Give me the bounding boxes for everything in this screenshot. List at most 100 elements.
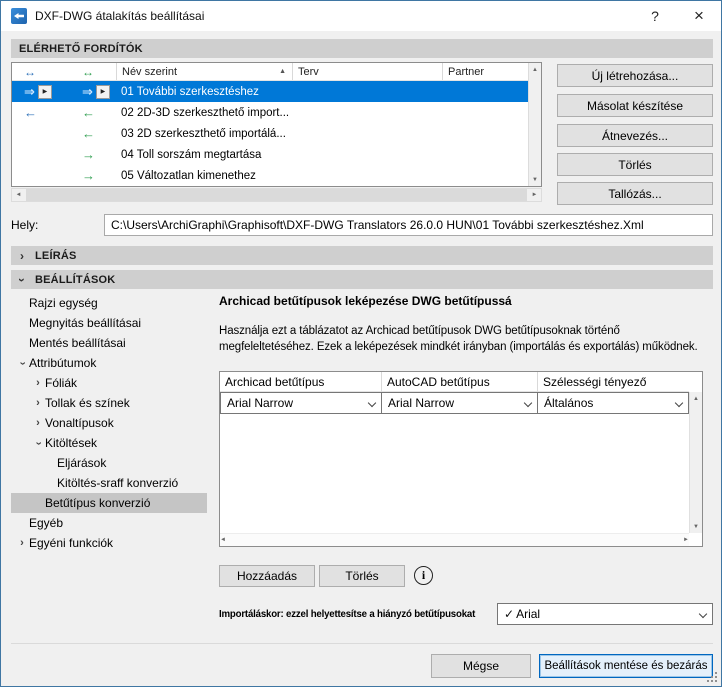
tree-item-foliak[interactable]: › Fóliák bbox=[11, 373, 207, 393]
plan-cell bbox=[292, 144, 442, 165]
chevron-right-icon[interactable]: › bbox=[31, 397, 45, 409]
tree-item-label: Vonaltípusok bbox=[45, 416, 114, 430]
missing-font-value: Arial bbox=[516, 607, 541, 621]
translator-row-05[interactable]: → 05 Változatlan kimenethez bbox=[12, 165, 528, 186]
chevron-down-icon bbox=[674, 398, 684, 408]
tree-item-kitoltesek[interactable]: › Kitöltések bbox=[11, 433, 207, 453]
tree-item-kitoltes-sraff-konverzio[interactable]: Kitöltés-sraff konverzió bbox=[11, 473, 207, 493]
save-options-flyout-button[interactable]: ▶ bbox=[37, 84, 52, 99]
chevron-right-icon[interactable]: › bbox=[31, 377, 45, 389]
resize-grip[interactable] bbox=[705, 670, 718, 683]
translator-row-01[interactable]: ⇒ ▶ ⇒ ▶ 01 További szerkesztéshez bbox=[12, 81, 528, 102]
tree-item-eljarasok[interactable]: Eljárások bbox=[11, 453, 207, 473]
tree-item-megnyitas-beallitasai[interactable]: Megnyitás beállításai bbox=[11, 313, 207, 333]
delete-translator-button[interactable]: Törlés bbox=[557, 153, 713, 176]
translator-row-03[interactable]: ← 03 2D szerkeszthető importálá... bbox=[12, 123, 528, 144]
partner-cell bbox=[442, 165, 528, 186]
scroll-left-icon[interactable]: ◄ bbox=[12, 189, 25, 201]
archicad-font-select[interactable]: Arial Narrow bbox=[220, 392, 382, 414]
rename-translator-button[interactable]: Átnevezés... bbox=[557, 124, 713, 147]
scroll-right-icon[interactable]: ► bbox=[528, 189, 541, 201]
open-arrow-icon: ← bbox=[82, 126, 95, 141]
tree-item-betutipus-konverzio[interactable]: Betűtípus konverzió bbox=[11, 493, 207, 513]
tree-item-egyeb[interactable]: Egyéb bbox=[11, 513, 207, 533]
tree-item-label: Rajzi egység bbox=[29, 296, 98, 310]
open-options-flyout-button[interactable]: ▶ bbox=[95, 84, 110, 99]
scroll-up-icon[interactable]: ▲ bbox=[529, 63, 541, 76]
open-arrow-icon: ← bbox=[82, 105, 95, 120]
tree-item-label: Attribútumok bbox=[29, 356, 97, 370]
chevron-down-icon[interactable]: › bbox=[33, 436, 45, 450]
scroll-left-icon[interactable]: ◄ bbox=[220, 534, 226, 547]
settings-section-header[interactable]: › BEÁLLÍTÁSOK bbox=[11, 270, 713, 289]
tree-item-attributumok[interactable]: › Attribútumok bbox=[11, 353, 207, 373]
column-header-plan[interactable]: Terv bbox=[292, 63, 442, 80]
chevron-down-icon bbox=[367, 398, 377, 408]
translator-row-02[interactable]: ← ← 02 2D-3D szerkeszthető import... bbox=[12, 102, 528, 123]
description-section-label: LEÍRÁS bbox=[35, 249, 77, 262]
scroll-up-icon[interactable]: ▲ bbox=[690, 392, 702, 405]
save-direction-icon: ↔ bbox=[24, 64, 36, 79]
info-button[interactable]: i bbox=[414, 566, 433, 585]
chevron-down-icon[interactable]: › bbox=[17, 356, 29, 370]
translator-path-field[interactable]: C:\Users\ArchiGraphi\Graphisoft\DXF-DWG … bbox=[104, 214, 713, 236]
missing-font-select[interactable]: ✓ Arial bbox=[497, 603, 713, 625]
new-translator-button[interactable]: Új létrehozása... bbox=[557, 64, 713, 87]
tree-item-label: Eljárások bbox=[57, 456, 107, 470]
delete-font-mapping-button[interactable]: Törlés bbox=[319, 565, 405, 587]
tree-item-label: Egyéni funkciók bbox=[29, 536, 114, 550]
font-mapping-row: Arial Narrow Arial Narrow Általános bbox=[220, 392, 702, 415]
save-arrow-icon: ← bbox=[24, 105, 37, 120]
tree-item-vonaltipusok[interactable]: › Vonaltípusok bbox=[11, 413, 207, 433]
tree-item-label: Egyéb bbox=[29, 516, 64, 530]
column-header-name[interactable]: Név szerint ▲ bbox=[116, 63, 292, 80]
tree-item-label: Kitöltések bbox=[45, 436, 98, 450]
scroll-down-icon[interactable]: ▼ bbox=[690, 520, 702, 533]
column-header-save-direction[interactable]: ↔ bbox=[12, 63, 64, 80]
open-direction-cell: ⇒ ▶ bbox=[64, 81, 116, 102]
font-mapping-description: Használja ezt a táblázatot az Archicad b… bbox=[219, 325, 698, 353]
browse-translator-button[interactable]: Tallózás... bbox=[557, 182, 713, 205]
close-button[interactable]: × bbox=[677, 1, 721, 31]
tree-item-rajzi-egyseg[interactable]: Rajzi egység bbox=[11, 293, 207, 313]
scroll-down-icon[interactable]: ▼ bbox=[529, 173, 541, 186]
cancel-button[interactable]: Mégse bbox=[431, 654, 531, 678]
duplicate-translator-button[interactable]: Másolat készítése bbox=[557, 94, 713, 117]
horizontal-scroll-thumb[interactable] bbox=[26, 189, 527, 201]
font-table-vertical-scrollbar[interactable]: ▲ ▼ bbox=[689, 392, 702, 533]
font-table-horizontal-scrollbar[interactable]: ◄ ► bbox=[220, 533, 689, 546]
help-button[interactable]: ? bbox=[633, 1, 677, 31]
tree-item-mentes-beallitasai[interactable]: Mentés beállításai bbox=[11, 333, 207, 353]
add-font-mapping-button[interactable]: Hozzáadás bbox=[219, 565, 315, 587]
tree-item-egyeni-funkciok[interactable]: › Egyéni funkciók bbox=[11, 533, 207, 553]
chevron-right-icon[interactable]: › bbox=[15, 537, 29, 549]
translator-name: 05 Változatlan kimenethez bbox=[121, 169, 256, 182]
archicad-font-value: Arial Narrow bbox=[227, 396, 294, 410]
translator-name: 02 2D-3D szerkeszthető import... bbox=[121, 106, 290, 119]
save-and-close-button[interactable]: Beállítások mentése és bezárás bbox=[539, 654, 713, 678]
description-section-header[interactable]: › LEÍRÁS bbox=[11, 246, 713, 265]
chevron-right-icon[interactable]: › bbox=[31, 417, 45, 429]
grip-dot bbox=[715, 676, 717, 678]
font-mapping-table: Archicad betűtípus AutoCAD betűtípus Szé… bbox=[219, 371, 703, 547]
scroll-right-icon[interactable]: ► bbox=[683, 534, 689, 547]
width-factor-select[interactable]: Általános bbox=[537, 392, 689, 414]
grip-dot bbox=[715, 672, 717, 674]
open-arrow-icon: → bbox=[82, 168, 95, 183]
translator-row-04[interactable]: → 04 Toll sorszám megtartása bbox=[12, 144, 528, 165]
translator-list-vertical-scrollbar[interactable]: ▲ ▼ bbox=[528, 63, 541, 186]
column-header-autocad-font[interactable]: AutoCAD betűtípus bbox=[382, 372, 538, 392]
location-label: Hely: bbox=[11, 218, 39, 232]
save-direction-cell: ⇒ ▶ bbox=[12, 81, 64, 102]
column-header-partner[interactable]: Partner bbox=[442, 63, 528, 80]
column-header-archicad-font[interactable]: Archicad betűtípus bbox=[220, 372, 382, 392]
autocad-font-select[interactable]: Arial Narrow bbox=[381, 392, 538, 414]
chevron-down-icon: › bbox=[15, 277, 29, 282]
chevron-down-icon bbox=[698, 609, 708, 619]
translator-list-horizontal-scrollbar[interactable]: ◄ ► bbox=[11, 188, 542, 202]
partner-cell bbox=[442, 81, 528, 102]
open-direction-cell: → bbox=[64, 165, 116, 186]
tree-item-tollak-es-szinek[interactable]: › Tollak és színek bbox=[11, 393, 207, 413]
column-header-open-direction[interactable]: ↔ bbox=[64, 63, 116, 80]
column-header-width-factor[interactable]: Szélességi tényező bbox=[538, 372, 689, 392]
